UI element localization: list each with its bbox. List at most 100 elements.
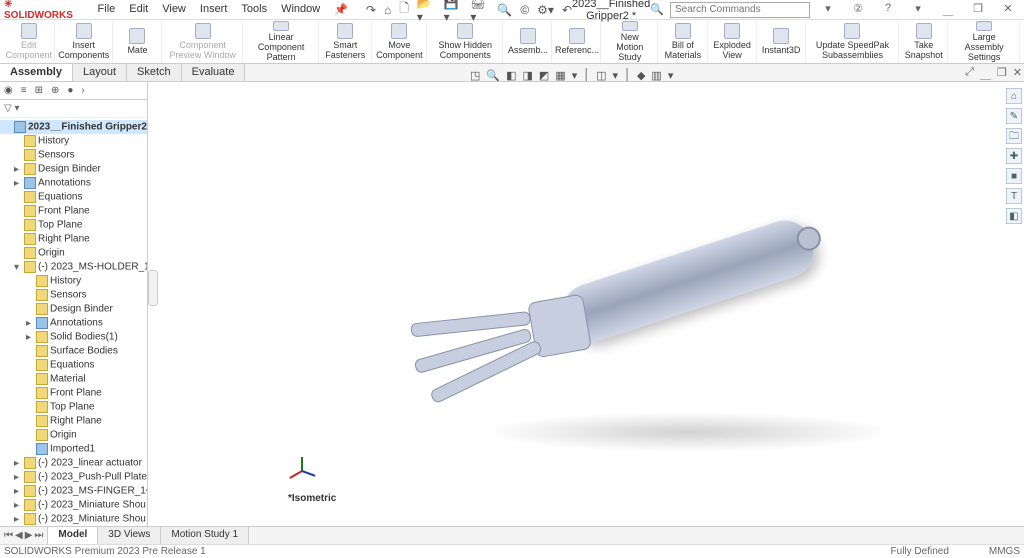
- qat-icon[interactable]: ↷: [366, 3, 376, 17]
- tree-node[interactable]: ▸(-) 2023_linear actuator: [0, 456, 147, 470]
- instant3d-button[interactable]: Instant3D: [758, 21, 806, 63]
- taskpane-design-library-icon[interactable]: ✎: [1006, 108, 1022, 124]
- tree-node[interactable]: Design Binder: [0, 302, 147, 316]
- tree-twisty-icon[interactable]: ▸: [14, 164, 24, 175]
- tab-evaluate[interactable]: Evaluate: [182, 64, 246, 81]
- graphics-viewport[interactable]: *Isometric: [148, 82, 1024, 526]
- hud-icon[interactable]: ◆: [637, 69, 645, 82]
- menu-window[interactable]: Window: [275, 1, 326, 18]
- taskpane-view-palette-icon[interactable]: ✚: [1006, 148, 1022, 164]
- tree-node[interactable]: ▸Solid Bodies(1): [0, 330, 147, 344]
- hud-dropdown-icon[interactable]: ▾: [668, 69, 674, 82]
- tree-node[interactable]: Origin: [0, 246, 147, 260]
- search-commands-input[interactable]: [670, 2, 810, 18]
- exploded-view-button[interactable]: Exploded View: [709, 21, 757, 63]
- bottom-tab-3d-views[interactable]: 3D Views: [98, 527, 161, 544]
- tree-node[interactable]: ▸Annotations: [0, 316, 147, 330]
- linear-component-pattern-button[interactable]: Linear Component Pattern: [244, 21, 319, 63]
- fm-tab-config-icon[interactable]: ⊞: [35, 85, 43, 96]
- first-tab-icon[interactable]: ⏮: [4, 530, 13, 541]
- menu-view[interactable]: View: [156, 1, 192, 18]
- menu-insert[interactable]: Insert: [194, 1, 234, 18]
- tree-twisty-icon[interactable]: ▸: [14, 500, 24, 511]
- mate-button[interactable]: Mate: [114, 21, 162, 63]
- insert-components-button[interactable]: Insert Components: [56, 21, 113, 63]
- bill-of-materials-button[interactable]: Bill of Materials: [659, 21, 708, 63]
- qat-home-icon[interactable]: ⌂: [384, 3, 391, 17]
- search-dropdown-icon[interactable]: ▾: [816, 2, 840, 18]
- tree-twisty-icon[interactable]: ▸: [26, 332, 36, 343]
- tree-node[interactable]: Surface Bodies: [0, 344, 147, 358]
- qat-options-icon[interactable]: ⚙▾: [537, 3, 554, 17]
- close-button[interactable]: ✕: [996, 2, 1020, 18]
- taskpane-appearances-icon[interactable]: ■: [1006, 168, 1022, 184]
- large-assembly-settings-button[interactable]: Large Assembly Settings: [949, 21, 1020, 63]
- tree-node[interactable]: Equations: [0, 358, 147, 372]
- tree-node[interactable]: History: [0, 274, 147, 288]
- hud-icon[interactable]: ▥: [651, 69, 661, 82]
- tab-layout[interactable]: Layout: [73, 64, 127, 81]
- take-snapshot-button[interactable]: Take Snapshot: [900, 21, 948, 63]
- fm-tab-dim-icon[interactable]: ⊕: [51, 85, 59, 96]
- menu-file[interactable]: File: [92, 1, 122, 18]
- hud-dropdown-icon[interactable]: ▾: [613, 69, 619, 82]
- fm-tab-property-icon[interactable]: ≡: [21, 85, 27, 96]
- hud-icon[interactable]: ◫: [596, 69, 606, 82]
- tree-node[interactable]: Sensors: [0, 148, 147, 162]
- tree-node[interactable]: ▸(-) 2023_MS-FINGER_1<: [0, 484, 147, 498]
- tree-node[interactable]: 2023__Finished Gripper2 (D: [0, 120, 147, 134]
- assembly-features-button[interactable]: Assemb...: [504, 21, 552, 63]
- hud-icon[interactable]: ◩: [539, 69, 549, 82]
- qat-icon[interactable]: ©: [520, 3, 529, 17]
- feature-tree[interactable]: 2023__Finished Gripper2 (D History Sensors…: [0, 118, 147, 526]
- qat-search-icon[interactable]: 🔍: [497, 3, 512, 17]
- hud-zoom-icon[interactable]: 🔍: [486, 69, 500, 82]
- show-hidden-components-button[interactable]: Show Hidden Components: [428, 21, 503, 63]
- panel-splitter[interactable]: [148, 270, 158, 306]
- hud-dropdown-icon[interactable]: ▾: [572, 69, 578, 82]
- taskpane-file-explorer-icon[interactable]: 🗀: [1006, 128, 1022, 144]
- tab-sketch[interactable]: Sketch: [127, 64, 182, 81]
- doc-close-button[interactable]: ✕: [1013, 66, 1022, 82]
- tree-node[interactable]: Equations: [0, 190, 147, 204]
- tab-assembly[interactable]: Assembly: [0, 64, 73, 81]
- menu-edit[interactable]: Edit: [123, 1, 154, 18]
- qat-undo-icon[interactable]: ↶: [562, 3, 572, 17]
- tree-twisty-icon[interactable]: ▸: [26, 318, 36, 329]
- menu-tools[interactable]: Tools: [235, 1, 273, 18]
- move-component-button[interactable]: Move Component: [373, 21, 427, 63]
- taskpane-forum-icon[interactable]: ◧: [1006, 208, 1022, 224]
- doc-minimize-button[interactable]: ＿: [980, 66, 991, 82]
- reference-geometry-button[interactable]: Referenc...: [553, 21, 601, 63]
- tree-node[interactable]: ▸Design Binder: [0, 162, 147, 176]
- taskpane-resources-icon[interactable]: ⌂: [1006, 88, 1022, 104]
- tree-node[interactable]: Top Plane: [0, 400, 147, 414]
- minimize-button[interactable]: ＿: [936, 2, 960, 18]
- tree-node[interactable]: Top Plane: [0, 218, 147, 232]
- tree-node[interactable]: Material: [0, 372, 147, 386]
- tree-node[interactable]: ▸(-) 2023_Miniature Shou: [0, 512, 147, 526]
- tree-twisty-icon[interactable]: ▸: [14, 178, 24, 189]
- tree-twisty-icon[interactable]: ▸: [14, 458, 24, 469]
- tree-node[interactable]: Front Plane: [0, 386, 147, 400]
- fm-tab-display-icon[interactable]: ●: [67, 85, 73, 96]
- next-tab-icon[interactable]: ▶: [25, 530, 33, 541]
- tree-node[interactable]: Front Plane: [0, 204, 147, 218]
- tree-twisty-icon[interactable]: ▸: [14, 486, 24, 497]
- qat-new-icon[interactable]: 🗋: [399, 0, 409, 20]
- tree-node[interactable]: ▸Annotations: [0, 176, 147, 190]
- taskpane-custom-properties-icon[interactable]: T: [1006, 188, 1022, 204]
- feature-manager-filter[interactable]: ▽ ▾: [0, 100, 147, 118]
- hud-display-style-icon[interactable]: ▦: [555, 69, 565, 82]
- tree-node[interactable]: Origin: [0, 428, 147, 442]
- tree-node[interactable]: ▸(-) 2023_Miniature Shou: [0, 498, 147, 512]
- tree-twisty-icon[interactable]: ▸: [14, 472, 24, 483]
- fm-tab-more-icon[interactable]: ›: [81, 85, 84, 96]
- doc-maximize-button[interactable]: ❐: [997, 66, 1007, 82]
- smart-fasteners-button[interactable]: Smart Fasteners: [320, 21, 372, 63]
- tree-node[interactable]: Right Plane: [0, 232, 147, 246]
- tree-node[interactable]: Right Plane: [0, 414, 147, 428]
- fm-tab-tree-icon[interactable]: ◉: [4, 85, 13, 96]
- hud-icon[interactable]: ◨: [523, 69, 533, 82]
- tree-node[interactable]: Imported1: [0, 442, 147, 456]
